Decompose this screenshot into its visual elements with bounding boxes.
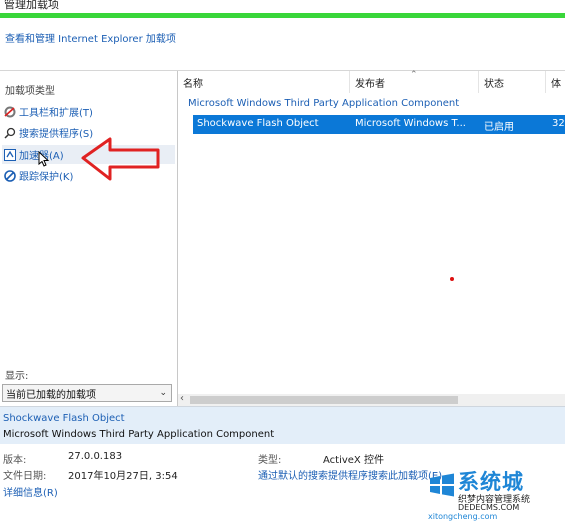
file-date-value: 2017年10月27日, 3:54 bbox=[68, 471, 178, 482]
red-arrow-annotation-icon bbox=[81, 137, 160, 181]
row-publisher: Microsoft Windows T... bbox=[355, 118, 466, 129]
version-label: 版本: bbox=[3, 455, 27, 466]
toolbar-gear-icon bbox=[4, 106, 16, 118]
sidebar bbox=[0, 71, 178, 406]
sort-caret-icon: ⌃ bbox=[410, 70, 418, 80]
watermark: 系统城 织梦内容管理系统 DEDECMS.COM xitongcheng.com bbox=[428, 470, 565, 524]
tracking-protection-icon bbox=[4, 169, 16, 182]
row-name: Shockwave Flash Object bbox=[197, 118, 319, 129]
details-publisher: Microsoft Windows Third Party Applicatio… bbox=[3, 429, 275, 440]
show-filter-value: 当前已加载的加载项 bbox=[6, 389, 96, 401]
header-link: 查看和管理 Internet Explorer 加载项 bbox=[5, 34, 176, 45]
more-info-link[interactable]: 详细信息(R) bbox=[3, 484, 58, 499]
search-icon bbox=[4, 127, 16, 139]
mouse-cursor-icon bbox=[38, 151, 50, 167]
row-status: 已启用 bbox=[484, 122, 514, 133]
accelerator-icon bbox=[4, 148, 16, 161]
details-addon-name: Shockwave Flash Object bbox=[3, 413, 125, 424]
show-filter-select[interactable]: 当前已加载的加载项 ⌄ bbox=[2, 384, 172, 402]
table-row[interactable]: Shockwave Flash Object Microsoft Windows… bbox=[193, 115, 565, 134]
scrollbar-thumb[interactable] bbox=[190, 396, 458, 404]
sidebar-item-toolbars[interactable]: 工具栏和扩展(T) bbox=[2, 102, 175, 121]
type-label: 类型: bbox=[258, 455, 282, 466]
windows-logo-icon bbox=[430, 473, 454, 497]
group-header: Microsoft Windows Third Party Applicatio… bbox=[188, 98, 460, 109]
row-extra: 32 bbox=[552, 118, 565, 129]
watermark-line3: DEDECMS.COM bbox=[458, 503, 520, 512]
red-dot-marker bbox=[450, 277, 454, 281]
sidebar-item-label: 工具栏和扩展(T) bbox=[19, 108, 93, 119]
title-bar: 管理加载项 bbox=[0, 0, 565, 14]
chevron-down-icon: ⌄ bbox=[159, 388, 167, 398]
file-date-label: 文件日期: bbox=[3, 471, 47, 482]
column-header-name[interactable]: 名称 bbox=[178, 71, 350, 93]
column-header-status[interactable]: 状态 bbox=[479, 71, 546, 93]
version-value: 27.0.0.183 bbox=[68, 451, 123, 462]
sidebar-item-label: 跟踪保护(K) bbox=[19, 172, 74, 183]
column-header-extra[interactable]: 体 bbox=[546, 71, 565, 93]
scroll-left-icon[interactable]: ‹ bbox=[180, 393, 184, 404]
watermark-line4: xitongcheng.com bbox=[428, 512, 498, 521]
search-addon-link[interactable]: 通过默认的搜索提供程序搜索此加载项(E) bbox=[258, 467, 442, 482]
type-value: ActiveX 控件 bbox=[323, 455, 384, 466]
addon-types-heading: 加载项类型 bbox=[5, 86, 55, 97]
horizontal-scrollbar[interactable]: ‹ bbox=[178, 393, 565, 406]
green-highlight-bar bbox=[0, 13, 565, 18]
show-label: 显示: bbox=[5, 371, 29, 382]
window-title: 管理加载项 bbox=[4, 0, 59, 11]
